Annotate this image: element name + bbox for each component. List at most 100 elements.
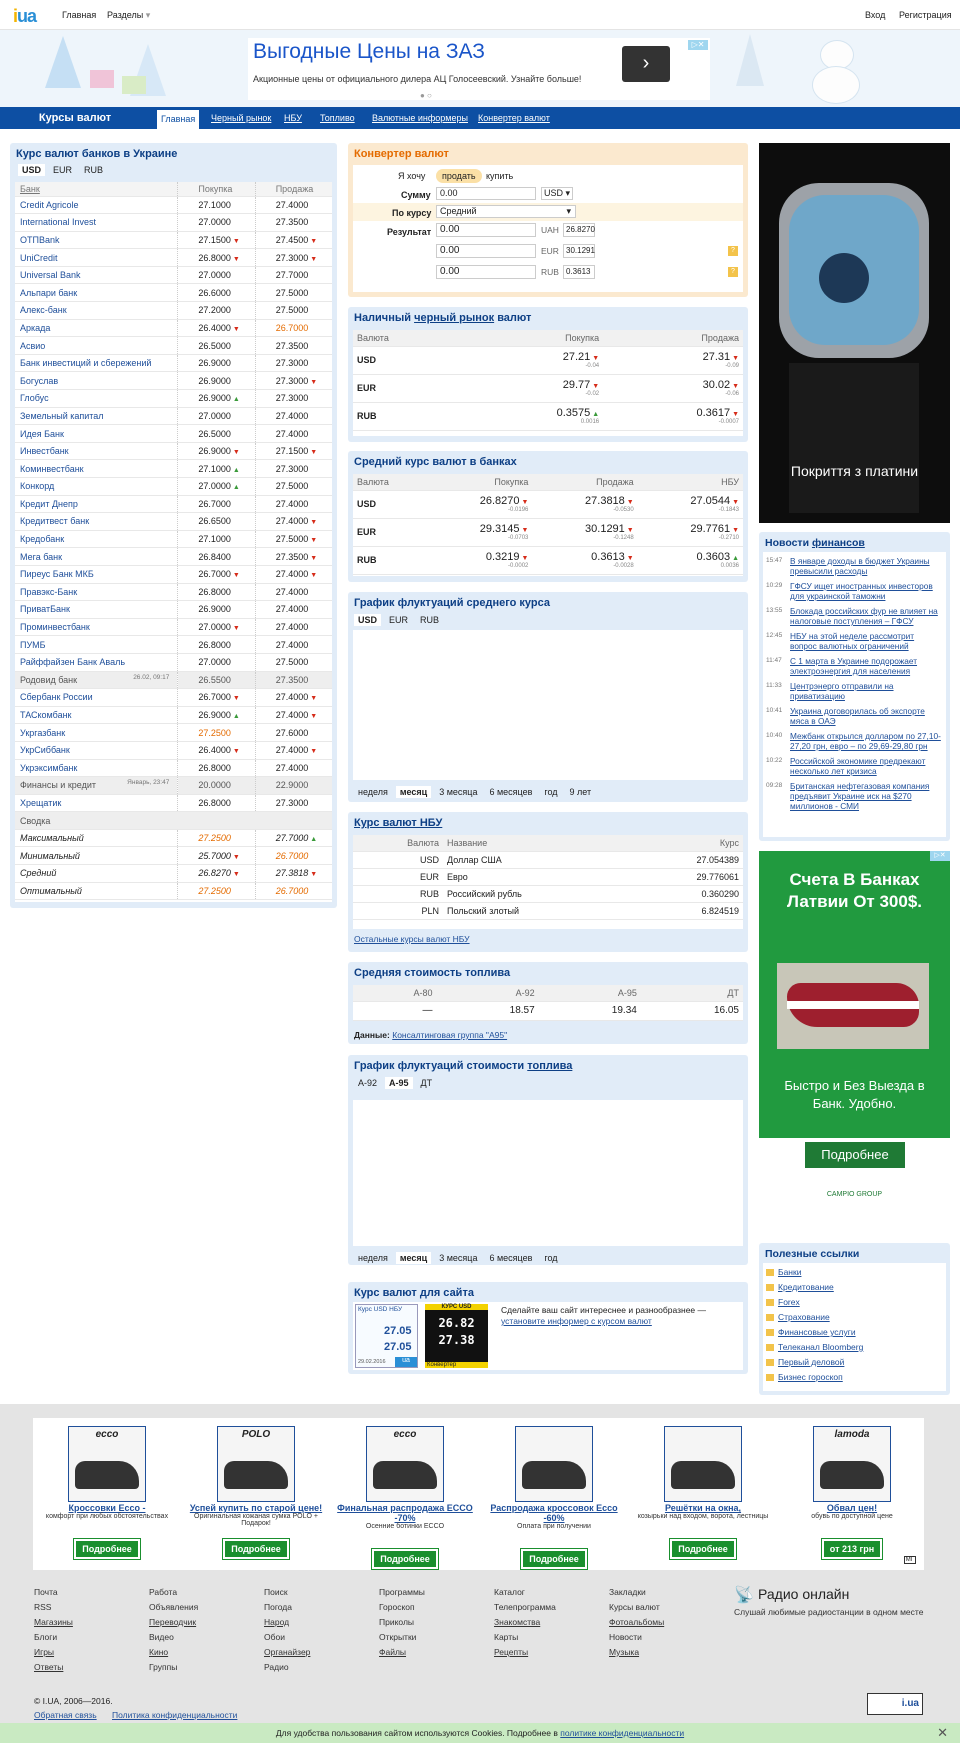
bank-name-text[interactable]: Идея Банк (20, 429, 64, 439)
bank-name-text[interactable]: International Invest (20, 217, 96, 227)
news-headline[interactable]: Британская нефтегазовая компания предъяв… (790, 781, 929, 811)
period-tab[interactable]: месяц (395, 1252, 432, 1264)
news-headline[interactable]: Центрэнерго отправили на приватизацию (790, 681, 894, 701)
bank-name[interactable]: УкрСиббанк (15, 741, 178, 760)
promo-title[interactable]: Распродажа кроссовок Ecco -60% (480, 1503, 628, 1523)
footer-link[interactable]: Объявления (149, 1600, 198, 1615)
period-tab[interactable]: 3 месяца (435, 1252, 481, 1264)
ad-close-icon[interactable]: ▷✕ (688, 40, 708, 50)
site-logo[interactable]: iua (13, 6, 37, 27)
footer-link[interactable]: Радио (264, 1660, 310, 1675)
bank-name[interactable]: International Invest (15, 213, 178, 232)
promo-title[interactable]: Финальная распродажа ECCO -70% (331, 1503, 479, 1523)
bank-name[interactable]: Финансы и кредит Январь, 23:47 (15, 776, 178, 795)
help-icon[interactable]: ? (728, 267, 738, 277)
bank-name[interactable]: Алекс-банк (15, 301, 178, 320)
useful-link[interactable]: Банки (766, 1267, 943, 1277)
news-finance-link[interactable]: финансов (812, 537, 865, 549)
fuel-chart-link[interactable]: топлива (527, 1060, 572, 1072)
promo-button[interactable]: от 213 грн (820, 1538, 884, 1560)
sell-toggle[interactable]: продать (436, 169, 482, 183)
useful-link[interactable]: Финансовые услуги (766, 1327, 943, 1337)
result-amount[interactable]: 0.00 (436, 223, 536, 237)
bank-name[interactable]: Хрещатик (15, 794, 178, 813)
close-icon[interactable]: ✕ (937, 1723, 948, 1743)
bank-name[interactable]: Родовид банк 26.02, 09:17 (15, 671, 178, 690)
bank-name-text[interactable]: ОТПBank (20, 235, 59, 245)
chart-tab-usd[interactable]: USD (354, 614, 382, 626)
bank-name[interactable]: Проминвестбанк (15, 618, 178, 637)
bank-name-text[interactable]: Проминвестбанк (20, 622, 90, 632)
promo-button[interactable]: Подробнее (669, 1538, 737, 1560)
bank-name-text[interactable]: ТАСкомбанк (20, 710, 72, 720)
tab-main[interactable]: Главная (157, 110, 200, 129)
footer-link[interactable]: Программы (379, 1585, 425, 1600)
bank-name-text[interactable]: Асвио (20, 341, 45, 351)
news-headline[interactable]: Блокада российских фур не влияет на нало… (790, 606, 938, 626)
useful-link[interactable]: Бизнес гороскоп (766, 1372, 943, 1382)
news-headline[interactable]: Украина договорилась об экспорте мяса в … (790, 706, 925, 726)
nav-home[interactable]: Главная (62, 10, 96, 20)
bank-name-text[interactable]: Альпари банк (20, 288, 77, 298)
result-amount[interactable]: 0.00 (436, 265, 536, 279)
tab-fuel[interactable]: Топливо (320, 107, 355, 129)
period-tab[interactable]: неделя (354, 786, 392, 798)
bank-name-text[interactable]: УкрСиббанк (20, 745, 70, 755)
tab-informers[interactable]: Валютные информеры (372, 107, 468, 129)
period-tab[interactable]: 6 месяцев (485, 786, 536, 798)
promo-button[interactable]: Подробнее (371, 1548, 439, 1570)
footer-link[interactable]: Знакомства (494, 1615, 556, 1630)
radio-title[interactable]: Радио онлайн (758, 1586, 849, 1602)
bank-name[interactable]: Правэкс-Банк (15, 583, 178, 602)
bank-name-text[interactable]: Укргазбанк (20, 728, 65, 738)
news-headline[interactable]: НБУ на этой неделе рассмотрит вопрос вал… (790, 631, 914, 651)
bank-name-text[interactable]: Credit Agricole (20, 200, 79, 210)
bank-name-text[interactable]: Инвестбанк (20, 446, 69, 456)
period-tab[interactable]: год (540, 786, 561, 798)
news-headline[interactable]: Российской экономике предрекают нескольк… (790, 756, 925, 776)
tab-eur[interactable]: EUR (49, 164, 76, 176)
news-headline[interactable]: С 1 марта в Украине подорожает электроэн… (790, 656, 917, 676)
footer-link[interactable]: Народ (264, 1615, 310, 1630)
nbu-more-link[interactable]: Остальные курсы валют НБУ (354, 934, 470, 944)
buy-toggle[interactable]: купить (486, 171, 513, 181)
footer-link[interactable]: Работа (149, 1585, 198, 1600)
footer-link[interactable]: Ответы (34, 1660, 73, 1675)
useful-link[interactable]: Страхование (766, 1312, 943, 1322)
register-link[interactable]: Регистрация (899, 10, 952, 20)
bank-name[interactable]: Идея Банк (15, 424, 178, 443)
promo-title[interactable]: Успей купить по старой цене! (182, 1503, 330, 1513)
bank-name[interactable]: Пиреус Банк МКБ (15, 565, 178, 584)
news-headline[interactable]: Межбанк открылся долларом по 27,10-27,20… (790, 731, 941, 751)
bank-name-text[interactable]: Хрещатик (20, 798, 61, 808)
footer-link[interactable]: Игры (34, 1645, 73, 1660)
informer-widget-light[interactable]: Курс USD НБУ 27.05 27.05 29.02.2016 ua (355, 1304, 418, 1368)
footer-link[interactable]: Блоги (34, 1630, 73, 1645)
bank-name[interactable]: ПриватБанк (15, 600, 178, 619)
tab-black-market[interactable]: Черный рынок (211, 107, 271, 129)
footer-link[interactable]: Переводчик (149, 1615, 198, 1630)
bank-name[interactable]: Банк инвестиций и сбережений (15, 354, 178, 373)
bank-name[interactable]: ПУМБ (15, 635, 178, 654)
bank-name[interactable]: Мега банк (15, 547, 178, 566)
fuel-source-link[interactable]: Консалтинговая группа "А95" (392, 1030, 507, 1040)
footer-link[interactable]: Кино (149, 1645, 198, 1660)
bank-name-text[interactable]: ПУМБ (20, 640, 46, 650)
ad-close-icon[interactable]: ▷✕ (930, 851, 950, 861)
bank-name[interactable]: Альпари банк (15, 283, 178, 303)
useful-link[interactable]: Телеканал Bloomberg (766, 1342, 943, 1352)
ad-arrow-button[interactable]: › (622, 46, 670, 82)
bank-name-text[interactable]: Мега банк (20, 552, 62, 562)
footer-link[interactable]: RSS (34, 1600, 73, 1615)
tab-nbu[interactable]: НБУ (284, 107, 302, 129)
promo-title[interactable]: Кроссовки Ecco - (33, 1503, 181, 1513)
privacy-link[interactable]: Политика конфиденциальности (112, 1710, 237, 1720)
bank-name-text[interactable]: Родовид банк (20, 675, 77, 685)
bank-name[interactable]: Конкорд (15, 477, 178, 496)
bank-name[interactable]: ТАСкомбанк (15, 706, 178, 725)
bank-name-text[interactable]: Конкорд (20, 481, 54, 491)
footer-link[interactable]: Приколы (379, 1615, 425, 1630)
promo-image[interactable]: ecco (68, 1426, 146, 1502)
currency-select[interactable]: USD ▾ (541, 187, 573, 200)
period-tab[interactable]: неделя (354, 1252, 392, 1264)
